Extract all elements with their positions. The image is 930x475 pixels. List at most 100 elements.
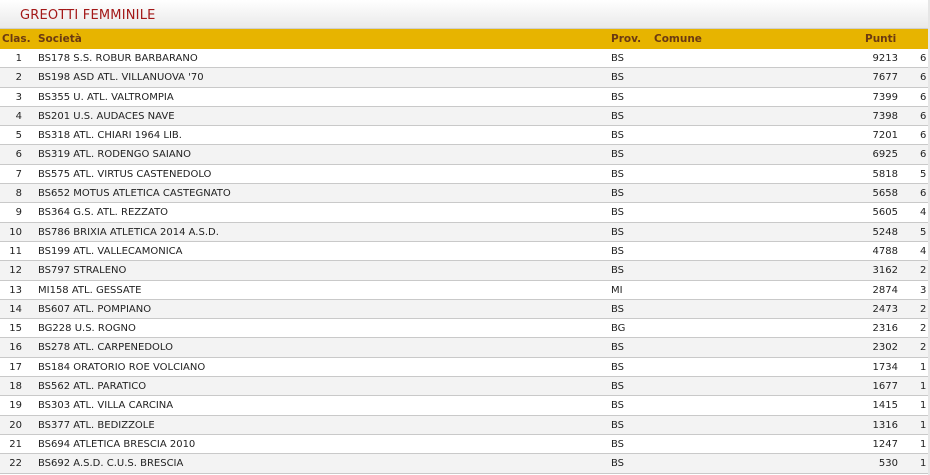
- prov-cell: BS: [611, 110, 625, 122]
- punti-cell: 7201: [872, 130, 898, 142]
- rank-cell: 2: [15, 72, 22, 84]
- prov-cell: BS: [611, 419, 625, 431]
- extra-cell: 6: [920, 188, 927, 200]
- extra-cell: 2: [920, 265, 927, 277]
- societa-cell: BS786 BRIXIA ATLETICA 2014 A.S.D.: [38, 226, 219, 238]
- societa-cell: BS692 A.S.D. C.U.S. BRESCIA: [38, 458, 184, 470]
- rank-cell: 5: [15, 130, 22, 142]
- prov-cell: BS: [611, 149, 625, 161]
- prov-cell: BS: [611, 303, 625, 315]
- punti-cell: 2302: [872, 342, 898, 354]
- header-clas: Clas.: [2, 33, 31, 45]
- societa-cell: BS303 ATL. VILLA CARCINA: [38, 400, 174, 412]
- rank-cell: 11: [9, 245, 22, 257]
- rank-cell: 19: [9, 400, 22, 412]
- prov-cell: BS: [611, 265, 625, 277]
- table-row: 2 BS198 ASD ATL. VILLANUOVA '70 BS 7677 6: [0, 68, 930, 88]
- punti-cell: 2473: [872, 303, 898, 315]
- rank-cell: 4: [15, 110, 22, 122]
- prov-cell: BS: [611, 130, 625, 142]
- extra-cell: 1: [920, 419, 927, 431]
- prov-cell: BS: [611, 72, 625, 84]
- societa-cell: BS652 MOTUS ATLETICA CASTEGNATO: [38, 188, 231, 200]
- extra-cell: 6: [920, 72, 927, 84]
- punti-cell: 1415: [872, 400, 898, 412]
- table-row: 19 BS303 ATL. VILLA CARCINA BS 1415 1: [0, 396, 930, 416]
- rank-cell: 21: [9, 438, 22, 450]
- table-row: 21 BS694 ATLETICA BRESCIA 2010 BS 1247 1: [0, 434, 930, 455]
- table-row: 18 BS562 ATL. PARATICO BS 1677 1: [0, 377, 930, 397]
- table-row: 11 BS199 ATL. VALLECAMONICA BS 4788 4: [0, 241, 930, 262]
- extra-cell: 1: [920, 361, 927, 373]
- punti-cell: 5658: [872, 188, 898, 200]
- prov-cell: BG: [611, 323, 626, 335]
- table-row: 20 BS377 ATL. BEDIZZOLE BS 1316 1: [0, 415, 930, 435]
- rank-cell: 20: [9, 419, 22, 431]
- prov-cell: BS: [611, 458, 625, 470]
- punti-cell: 1316: [872, 419, 898, 431]
- rank-cell: 22: [9, 458, 22, 470]
- rank-cell: 3: [15, 91, 22, 103]
- prov-cell: BS: [611, 226, 625, 238]
- punti-cell: 5818: [872, 168, 898, 180]
- rank-cell: 18: [9, 381, 22, 393]
- extra-cell: 6: [920, 91, 927, 103]
- societa-cell: BS198 ASD ATL. VILLANUOVA '70: [38, 72, 204, 84]
- punti-cell: 5605: [872, 207, 898, 219]
- punti-cell: 1247: [872, 438, 898, 450]
- societa-cell: BS797 STRALENO: [38, 265, 127, 277]
- prov-cell: BS: [611, 438, 625, 450]
- societa-cell: BG228 U.S. ROGNO: [38, 323, 136, 335]
- punti-cell: 7677: [872, 72, 898, 84]
- prov-cell: BS: [611, 400, 625, 412]
- societa-cell: BS355 U. ATL. VALTROMPIA: [38, 91, 174, 103]
- rank-cell: 17: [9, 361, 22, 373]
- section-title-bar: GREOTTI FEMMINILE: [0, 0, 928, 29]
- table-row: 3 BS355 U. ATL. VALTROMPIA BS 7399 6: [0, 87, 930, 107]
- prov-cell: BS: [611, 207, 625, 219]
- extra-cell: 1: [920, 458, 927, 470]
- rank-cell: 7: [15, 168, 22, 180]
- table-row: 16 BS278 ATL. CARPENEDOLO BS 2302 2: [0, 338, 930, 358]
- table-row: 4 BS201 U.S. AUDACES NAVE BS 7398 6: [0, 106, 930, 127]
- societa-cell: BS178 S.S. ROBUR BARBARANO: [38, 53, 198, 64]
- societa-cell: MI158 ATL. GESSATE: [38, 284, 142, 296]
- extra-cell: 1: [920, 400, 927, 412]
- rank-cell: 13: [9, 284, 22, 296]
- table-row: 8 BS652 MOTUS ATLETICA CASTEGNATO BS 5658 6: [0, 184, 930, 204]
- rank-cell: 9: [15, 207, 22, 219]
- punti-cell: 7398: [872, 110, 898, 122]
- extra-cell: 1: [920, 381, 927, 393]
- punti-cell: 7399: [872, 91, 898, 103]
- rank-cell: 6: [15, 149, 22, 161]
- rank-cell: 15: [9, 323, 22, 335]
- rank-cell: 10: [9, 226, 22, 238]
- table-row: 14 BS607 ATL. POMPIANO BS 2473 2: [0, 299, 930, 320]
- prov-cell: BS: [611, 168, 625, 180]
- extra-cell: 4: [920, 245, 927, 257]
- table-row: 5 BS318 ATL. CHIARI 1964 LIB. BS 7201 6: [0, 126, 930, 146]
- extra-cell: 5: [920, 168, 927, 180]
- page-title: GREOTTI FEMMINILE: [20, 8, 156, 23]
- rank-cell: 8: [15, 188, 22, 200]
- punti-cell: 6925: [872, 149, 898, 161]
- prov-cell: BS: [611, 361, 625, 373]
- rank-cell: 12: [9, 265, 22, 277]
- table-row: 6 BS319 ATL. RODENGO SAIANO BS 6925 6: [0, 145, 930, 165]
- extra-cell: 6: [920, 130, 927, 142]
- rank-cell: 1: [15, 53, 22, 64]
- table-row: 22 BS692 A.S.D. C.U.S. BRESCIA BS 530 1: [0, 454, 930, 474]
- table-row: 15 BG228 U.S. ROGNO BG 2316 2: [0, 319, 930, 339]
- table-row: 7 BS575 ATL. VIRTUS CASTENEDOLO BS 5818 5: [0, 164, 930, 185]
- extra-cell: 1: [920, 438, 927, 450]
- punti-cell: 4788: [872, 245, 898, 257]
- table-row: 13 MI158 ATL. GESSATE MI 2874 3: [0, 280, 930, 300]
- extra-cell: 3: [920, 284, 927, 296]
- extra-cell: 6: [920, 149, 927, 161]
- societa-cell: BS575 ATL. VIRTUS CASTENEDOLO: [38, 168, 212, 180]
- societa-cell: BS184 ORATORIO ROE VOLCIANO: [38, 361, 206, 373]
- prov-cell: BS: [611, 91, 625, 103]
- table-row: 1 BS178 S.S. ROBUR BARBARANO BS 9213 6: [0, 49, 930, 69]
- table-row: 10 BS786 BRIXIA ATLETICA 2014 A.S.D. BS 524…: [0, 222, 930, 242]
- societa-cell: BS364 G.S. ATL. REZZATO: [38, 207, 169, 219]
